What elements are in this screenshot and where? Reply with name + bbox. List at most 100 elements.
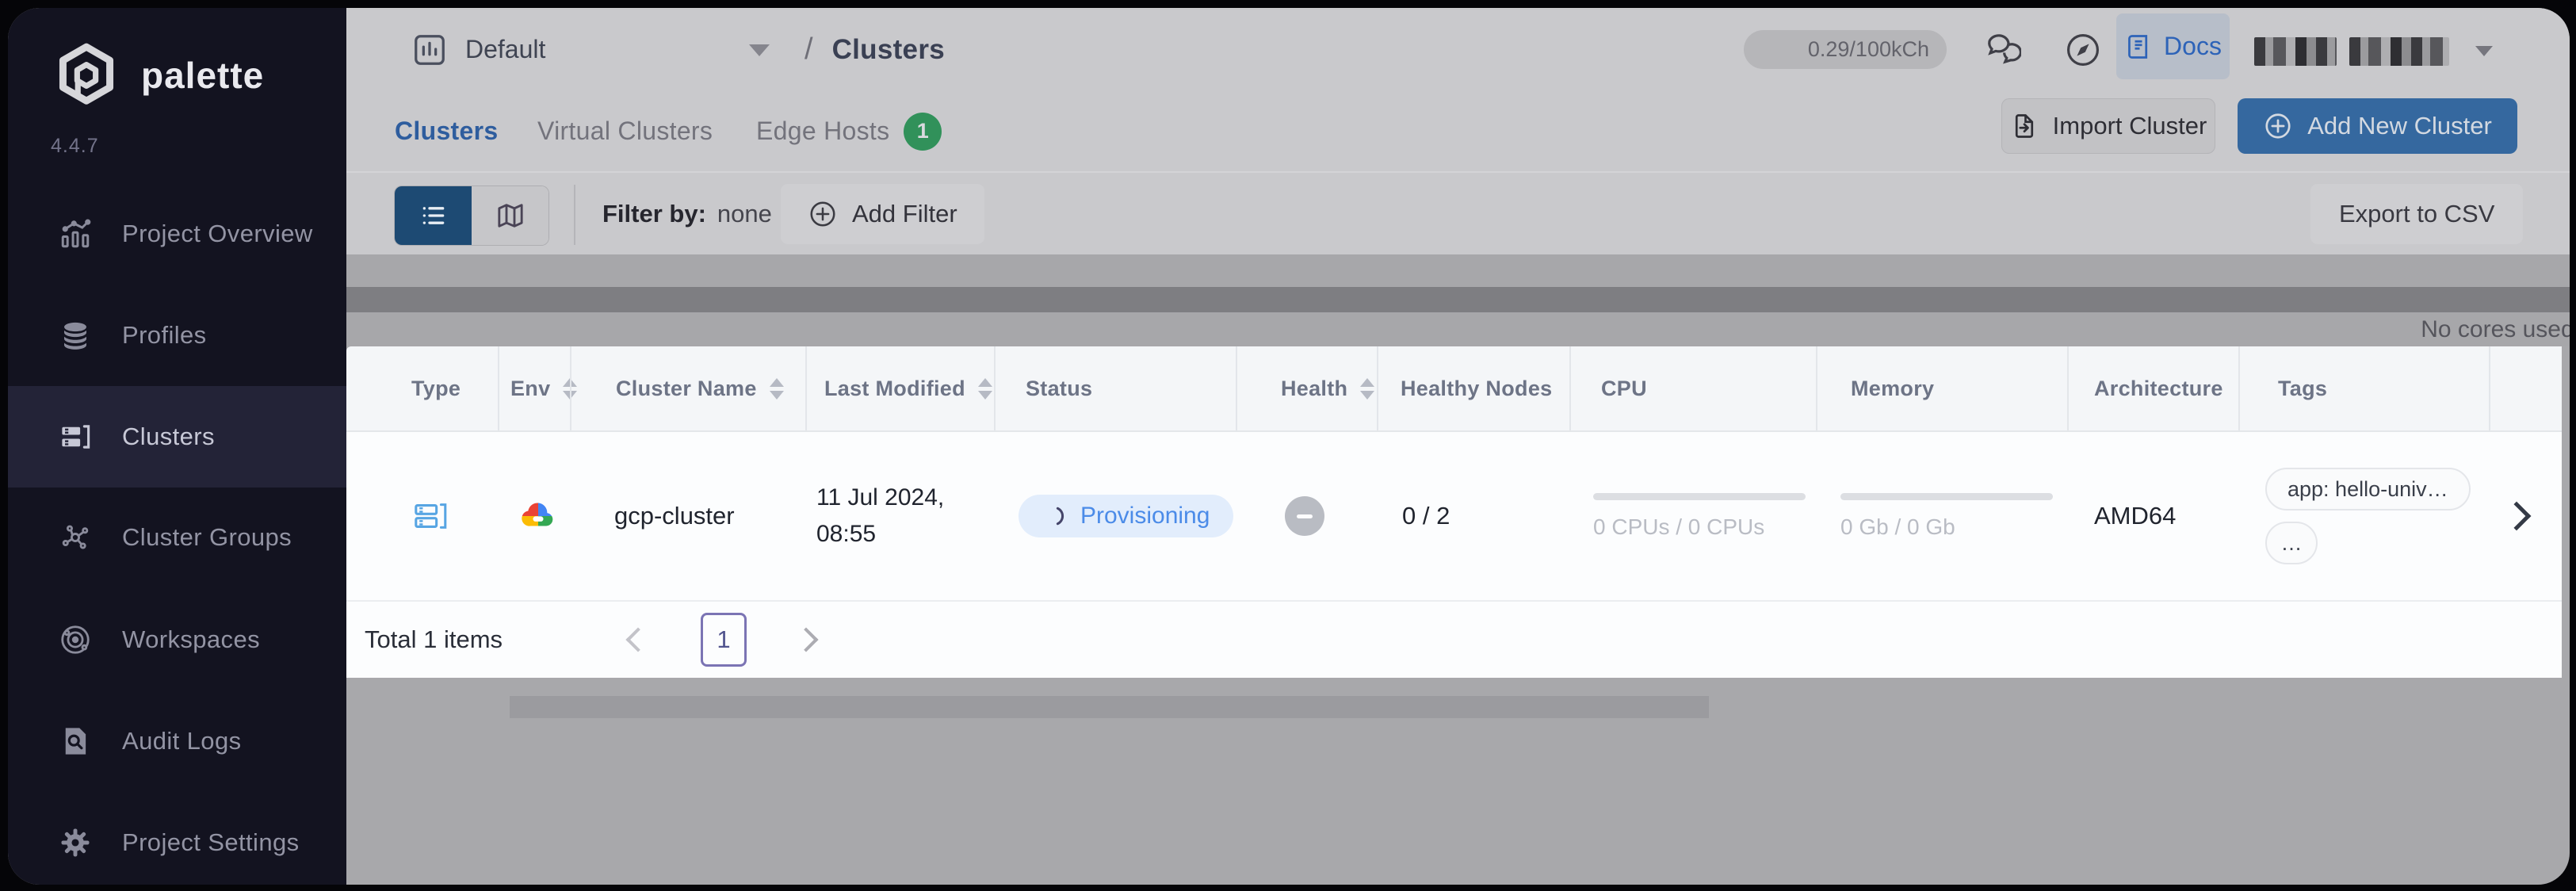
sidebar-item-project-settings[interactable]: Project Settings (8, 792, 346, 885)
status-badge: Provisioning (1019, 495, 1233, 537)
sort-icon[interactable] (978, 378, 992, 400)
sidebar-item-label: Workspaces (122, 625, 260, 654)
page-number: 1 (717, 625, 730, 654)
project-switcher[interactable]: Default (411, 8, 545, 91)
column-header-type[interactable]: Type (346, 346, 498, 430)
map-view-button[interactable] (472, 186, 548, 245)
tag-label: app: hello-univ… (2287, 477, 2448, 502)
column-label: Healthy Nodes (1401, 377, 1552, 401)
table-row[interactable]: gcp-cluster 11 Jul 2024, 08:55 Provision… (346, 432, 2562, 600)
user-chevron-down-icon[interactable] (2475, 46, 2493, 56)
architecture-value: AMD64 (2094, 502, 2176, 530)
table-outer-band: No cores used. (346, 254, 2570, 346)
tab-label: Virtual Clusters (537, 117, 713, 146)
column-header-status[interactable]: Status (994, 346, 1236, 430)
more-tags-label: … (2281, 531, 2303, 556)
cell-cluster-name[interactable]: gcp-cluster (570, 432, 805, 600)
cell-last-modified: 11 Jul 2024, 08:55 (805, 432, 994, 600)
brand-name: palette (141, 54, 264, 97)
filter-by: Filter by: none (602, 173, 772, 254)
add-filter-button[interactable]: Add Filter (781, 184, 984, 244)
compass-icon[interactable] (2064, 31, 2102, 69)
cluster-name: gcp-cluster (614, 502, 735, 530)
tab-label: Clusters (395, 117, 498, 146)
pagination-prev-icon[interactable] (625, 627, 650, 652)
table-header-row: Type Env Cluster Name Last Modified Stat… (346, 346, 2562, 432)
pagination-total: Total 1 items (365, 625, 503, 654)
tab-clusters[interactable]: Clusters (395, 91, 498, 171)
column-header-architecture[interactable]: Architecture (2067, 346, 2238, 430)
user-account-menu[interactable] (2254, 37, 2449, 66)
column-header-cpu[interactable]: CPU (1569, 346, 1816, 430)
column-header-healthy-nodes[interactable]: Healthy Nodes (1377, 346, 1569, 430)
column-header-last-modified[interactable]: Last Modified (805, 346, 994, 430)
column-header-tags[interactable]: Tags (2238, 346, 2489, 430)
sidebar-item-cluster-groups[interactable]: Cluster Groups (8, 487, 346, 588)
plus-circle-icon (808, 199, 838, 229)
cpu-progress-bar (1593, 493, 1806, 500)
app-window: palette 4.4.7 Project Overview Profiles (8, 8, 2570, 885)
pagination-page-1[interactable]: 1 (701, 613, 747, 667)
chat-icon[interactable] (1983, 31, 2021, 69)
cell-health (1236, 432, 1377, 600)
clusters-table: Type Env Cluster Name Last Modified Stat… (346, 346, 2562, 678)
sidebar-item-label: Profiles (122, 321, 207, 350)
row-chevron-right-icon[interactable] (2502, 502, 2532, 531)
column-label: Status (1026, 377, 1092, 401)
sidebar-item-profiles[interactable]: Profiles (8, 285, 346, 386)
import-icon (2010, 112, 2039, 140)
export-to-csv-button[interactable]: Export to CSV (2310, 184, 2523, 244)
tab-virtual-clusters[interactable]: Virtual Clusters (537, 91, 713, 171)
column-label: Type (411, 377, 461, 401)
cluster-type-icon (412, 498, 449, 534)
pagination-next-icon[interactable] (793, 627, 818, 652)
column-header-memory[interactable]: Memory (1816, 346, 2067, 430)
brand-logo: palette (52, 41, 264, 109)
column-label: Tags (2278, 377, 2327, 401)
horizontal-scrollbar-thumb[interactable] (510, 696, 1709, 718)
filter-bar: Filter by: none Add Filter Export to CSV (346, 173, 2570, 254)
sidebar-item-label: Project Settings (122, 828, 300, 857)
cores-used-note: No cores used. (2421, 316, 2570, 343)
column-label: Health (1281, 377, 1347, 401)
add-new-cluster-button[interactable]: Add New Cluster (2238, 98, 2517, 154)
tag-chip[interactable]: app: hello-univ… (2265, 468, 2471, 511)
more-tags-button[interactable]: … (2265, 522, 2318, 564)
horizontal-scrollbar-top[interactable] (346, 287, 2570, 312)
column-header-env[interactable]: Env (498, 346, 570, 430)
cpu-meter: 0 CPUs / 0 CPUs (1593, 493, 1806, 540)
breadcrumb-current: Clusters (832, 34, 945, 66)
top-bar: Default / Clusters 0.29/100kCh (346, 8, 2570, 91)
breadcrumb-separator: / (805, 33, 813, 67)
status-label: Provisioning (1080, 503, 1210, 530)
cell-status: Provisioning (994, 432, 1236, 600)
column-header-cluster-name[interactable]: Cluster Name (570, 346, 805, 430)
sidebar-item-label: Clusters (122, 423, 215, 451)
sort-icon[interactable] (770, 378, 784, 400)
sidebar-item-audit-logs[interactable]: Audit Logs (8, 690, 346, 792)
cell-tags: app: hello-univ… … (2238, 432, 2489, 600)
list-view-button[interactable] (395, 186, 472, 245)
sidebar-item-workspaces[interactable]: Workspaces (8, 589, 346, 690)
plus-circle-icon (2263, 111, 2293, 141)
tab-edge-hosts[interactable]: Edge Hosts 1 (756, 91, 942, 171)
memory-meter: 0 Gb / 0 Gb (1840, 493, 2053, 540)
screen: palette 4.4.7 Project Overview Profiles (0, 0, 2576, 891)
cell-architecture: AMD64 (2067, 432, 2238, 600)
sidebar-item-project-overview[interactable]: Project Overview (8, 183, 346, 285)
sidebar-item-clusters[interactable]: Clusters (8, 386, 346, 488)
map-view-icon (495, 200, 526, 231)
sidebar-item-label: Audit Logs (122, 727, 242, 755)
cell-type (346, 432, 498, 600)
import-cluster-button[interactable]: Import Cluster (2001, 98, 2215, 154)
column-header-health[interactable]: Health (1236, 346, 1377, 430)
cell-expand (2489, 432, 2562, 600)
spinner-icon (1042, 504, 1066, 528)
docs-button[interactable]: Docs (2116, 13, 2230, 79)
export-csv-label: Export to CSV (2339, 200, 2494, 228)
user-name-redacted (2254, 37, 2337, 66)
sort-icon[interactable] (1360, 378, 1374, 400)
add-new-cluster-label: Add New Cluster (2307, 112, 2492, 140)
column-label: Architecture (2094, 377, 2223, 401)
project-chevron-down-icon[interactable] (749, 44, 770, 56)
